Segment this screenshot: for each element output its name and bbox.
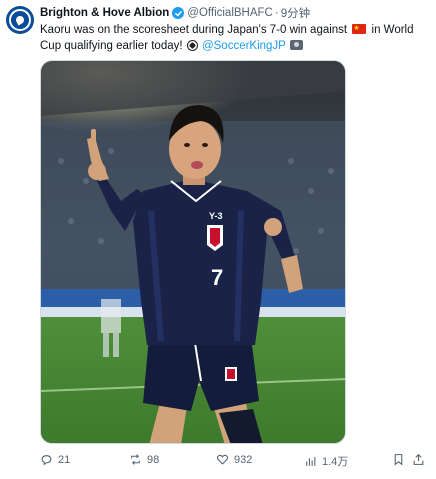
share-button[interactable] [412, 453, 425, 466]
author-handle[interactable]: @OfficialBHAFC [187, 7, 273, 19]
author-name[interactable]: Brighton & Hove Albion [40, 7, 169, 19]
avatar[interactable] [6, 6, 34, 34]
repost-button[interactable]: 98 [129, 453, 159, 466]
brighton-crest-icon [9, 9, 31, 31]
tweet-photo[interactable]: Y-3 7 [40, 60, 346, 444]
like-count: 932 [234, 453, 253, 466]
separator-dot: · [274, 7, 279, 19]
like-button[interactable]: 932 [216, 453, 252, 466]
share-icon [413, 453, 424, 465]
shirt-brand-text: Y-3 [209, 211, 223, 221]
views-chart-icon [306, 456, 316, 466]
china-flag-icon [352, 21, 367, 37]
views-count: 1.4万 [322, 456, 349, 468]
bookmark-icon [394, 454, 403, 466]
reply-count: 21 [58, 453, 71, 466]
reply-button[interactable]: 21 [40, 453, 70, 466]
repost-count: 98 [147, 453, 160, 466]
views-button[interactable]: 1.4万 [304, 453, 348, 469]
action-bar: 21 98 932 1.4万 [40, 453, 424, 471]
mention-link[interactable]: @SoccerKingJP [202, 40, 286, 52]
tweet-header: Brighton & Hove Albion @OfficialBHAFC · … [40, 4, 310, 22]
timestamp[interactable]: 9分钟 [281, 5, 310, 21]
soccer-ball-icon [186, 40, 198, 51]
verified-badge-icon[interactable] [172, 7, 185, 19]
camera-icon [289, 40, 303, 50]
shirt-number-text: 7 [211, 265, 223, 290]
heart-icon [216, 454, 229, 465]
reply-icon [41, 455, 52, 466]
tweet-text: Kaoru was on the scoresheet during Japan… [40, 21, 420, 54]
bookmark-button[interactable] [392, 453, 405, 466]
repost-icon [131, 454, 140, 465]
tweet-text-part1: Kaoru was on the scoresheet during Japan… [40, 24, 351, 36]
